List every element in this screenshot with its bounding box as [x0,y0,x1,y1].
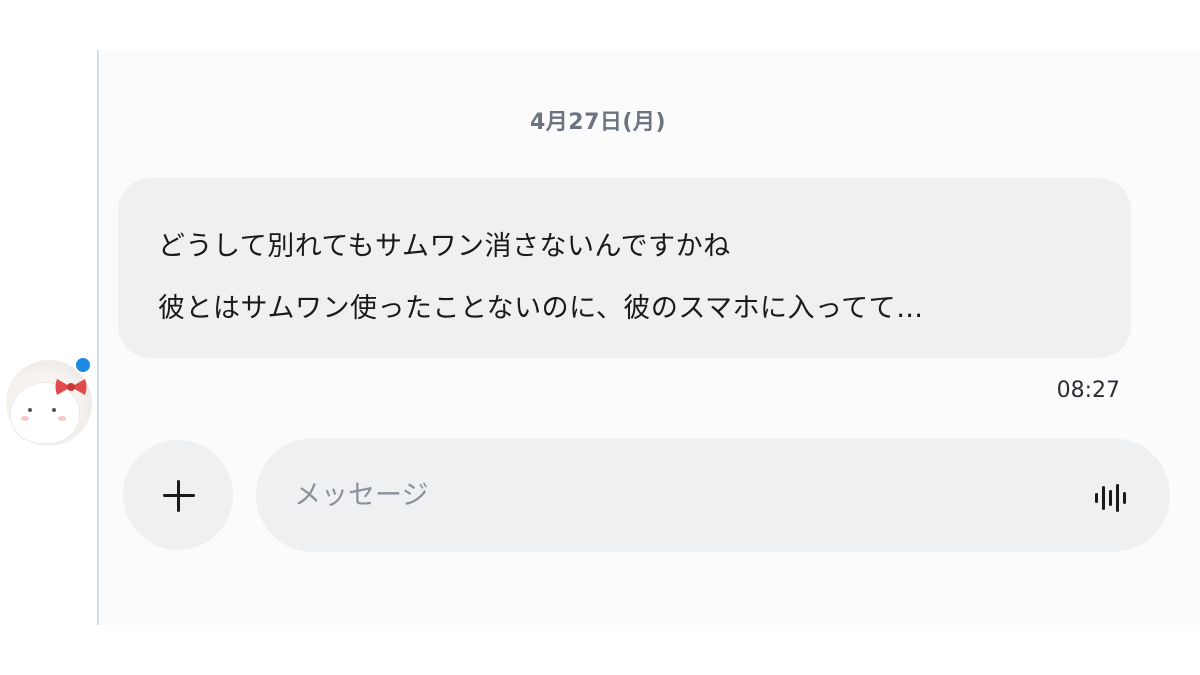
bow-icon [55,379,87,395]
avatar-eye-right [52,408,56,412]
waveform-icon[interactable] [1092,480,1132,516]
avatar-eye-left [28,408,32,412]
message-input[interactable] [256,438,1170,552]
avatar-cheek-right [58,416,66,421]
message-bubble[interactable]: どうして別れてもサムワン消さないんですかね 彼とはサムワン使ったことないのに、彼… [118,178,1131,358]
date-separator: 4月27日(月) [530,110,667,135]
message-timestamp: 08:27 [1056,378,1120,403]
add-attachment-button[interactable] [123,440,233,550]
message-text-line: 彼とはサムワン使ったことないのに、彼のスマホに入ってて… [158,293,924,324]
sidebar [0,50,99,625]
chat-screen: 4月27日(月) どうして別れてもサムワン消さないんですかね 彼とはサムワン使っ… [0,50,1200,625]
plus-icon-stem [177,480,180,512]
online-status-dot [74,356,92,374]
avatar-cheek-left [21,416,29,421]
message-text-line: どうして別れてもサムワン消さないんですかね [158,231,731,262]
